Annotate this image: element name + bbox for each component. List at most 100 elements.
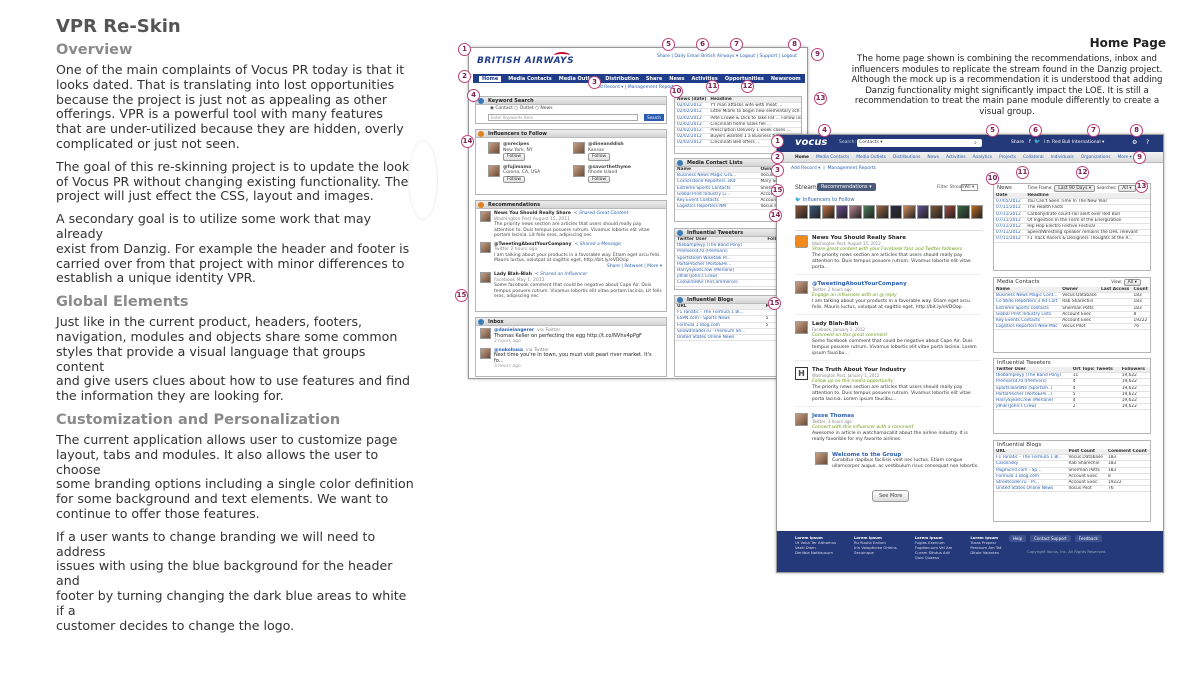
old-nav-item[interactable]: Share <box>646 76 662 82</box>
section-paragraph: The goal of this re-skinning project is … <box>56 158 410 204</box>
influencer-avatar[interactable] <box>835 205 848 219</box>
table-row[interactable]: 07/11/2012 F1 Track Racers & Designers Th… <box>994 235 1150 243</box>
table-row[interactable]: SportsTeamNe (Sportsm..) 4 19,622 <box>994 385 1150 392</box>
column-header[interactable]: News (date) <box>675 97 709 104</box>
header-search-input[interactable]: Contacts ▾ <box>857 139 982 147</box>
vocus-nav-item[interactable]: Organizations <box>1081 155 1111 160</box>
old-nav-item[interactable]: Newsroom <box>771 76 801 82</box>
table-row[interactable]: Logistics Reporters New Mac Vocus Pilot 76 <box>994 323 1150 331</box>
news-title: News <box>997 185 1012 191</box>
vocus-nav-item[interactable]: More ▾ <box>1118 155 1132 160</box>
influencer-handle[interactable]: @dineanddish <box>588 142 624 148</box>
footer-link[interactable]: Quid Quaesu <box>915 555 953 560</box>
old-nav-item[interactable]: News <box>669 76 684 82</box>
stream-body: Jesse Thomas Twitter, 3 hours ago Connect … <box>812 413 981 443</box>
vocus-nav-item[interactable]: Activities <box>946 155 966 160</box>
influencer-avatar[interactable] <box>808 205 821 219</box>
timeframe-select[interactable]: Last 90 Days ▾ <box>1054 185 1096 192</box>
see-more-button[interactable]: See More <box>872 490 910 502</box>
callout-marker: 13 <box>814 92 827 105</box>
footer-button[interactable]: Contact Support <box>1030 535 1071 542</box>
table-row[interactable]: Premiers470 (Premiers) 4 19,622 <box>994 378 1150 386</box>
section-heading: Customization and Personalization <box>56 411 341 428</box>
item-avatar <box>815 452 828 465</box>
table-row[interactable]: thebampleyy (The Band Pony) 11 19,622 <box>994 372 1150 380</box>
table-row[interactable]: 02/02/2012 Pete Crowe & Dick to Take Fat … <box>675 115 801 122</box>
old-subnav[interactable]: Add Record ▾ | Management Reports <box>594 85 676 91</box>
column-header[interactable]: Count <box>1131 287 1150 294</box>
callout-marker: 15 <box>771 184 784 197</box>
follow-button[interactable]: Follow <box>503 153 526 161</box>
keyword-search-input[interactable]: Enter Keywords Here <box>488 114 638 121</box>
section-heading: Overview <box>56 42 133 58</box>
table-row[interactable]: jdhiB (John's Crew) 2 19,622 <box>994 403 1150 411</box>
column-header[interactable]: Last Access <box>1099 287 1132 294</box>
influencers-strip: 🐦 Influencers to Follow <box>795 197 983 231</box>
gear-icon[interactable]: ⚙ <box>1132 139 1137 146</box>
column-header[interactable]: Comment Count <box>1105 449 1150 456</box>
influencer-avatar[interactable] <box>916 205 929 219</box>
footer-column: Lorem Ipsum Ut Volut Ter Althamus Vaeti Di… <box>795 535 836 560</box>
help-icon[interactable]: ? <box>1146 139 1149 146</box>
management-reports-link[interactable]: Management Reports <box>828 166 876 171</box>
influencer-avatar[interactable] <box>876 205 889 219</box>
recommendation-actions[interactable]: Share | Retweet | More ▾ <box>494 264 662 270</box>
footer-button[interactable]: Feedback <box>1074 535 1102 542</box>
recommendation-title-text[interactable]: @TweetingAboutYourCompany <box>494 242 571 247</box>
callout-marker: 11 <box>706 80 719 93</box>
footer-link[interactable]: Ditale Volantes <box>970 550 1001 555</box>
influencer-avatar[interactable] <box>943 205 956 219</box>
document-title: VPR Re-Skin <box>56 16 181 37</box>
column-header[interactable]: Ort Topic Tweets <box>1070 367 1120 374</box>
vocus-nav-item[interactable]: Collateral <box>1023 155 1044 160</box>
vocus-nav-item[interactable]: Analytics <box>973 155 993 160</box>
search-radios[interactable]: ◉ Contact ○ Outlet ○ News <box>476 105 666 113</box>
follow-button[interactable]: Follow <box>588 175 611 183</box>
table-row[interactable]: 02/02/2012 Little Miami to begin new elem… <box>675 108 801 116</box>
influencer-handle[interactable]: @nrecipes <box>503 142 533 148</box>
recommendation-title-text[interactable]: Lady Blah-Blah <box>494 272 532 277</box>
stream-select[interactable]: Recommendations ▾ <box>817 183 876 191</box>
table-row[interactable]: United States Online News Vocus Pilot 76 <box>994 485 1150 493</box>
influencer-avatar[interactable] <box>889 205 902 219</box>
view-select[interactable]: All ▾ <box>1123 279 1141 286</box>
table-row[interactable]: 07/11/2012 Speed/Wrestling speaker remain… <box>994 229 1150 237</box>
follow-button[interactable]: Follow <box>503 175 526 183</box>
influencer-avatar[interactable] <box>970 205 983 219</box>
social-icons[interactable]: f 🐦 in <box>1029 139 1051 145</box>
vocus-nav-item[interactable]: Individuals <box>1051 155 1074 160</box>
add-record-link[interactable]: Add Record ▾ <box>791 166 820 171</box>
influencer-avatar[interactable] <box>822 205 835 219</box>
influencer-avatar[interactable] <box>795 205 808 219</box>
vocus-nav-item[interactable]: Media Contacts <box>816 155 849 160</box>
search-icon[interactable]: ⌕ <box>974 140 977 146</box>
old-nav-item[interactable]: Home <box>479 76 502 82</box>
influencer-avatar[interactable] <box>903 205 916 219</box>
table-row[interactable]: PortoPrecher (Porto&Pe...) 5 19,622 <box>994 391 1150 399</box>
influencer-avatar[interactable] <box>862 205 875 219</box>
account-menu[interactable]: Red Bull International ▾ <box>1052 140 1104 145</box>
search-type-select[interactable]: Contacts ▾ <box>859 140 883 145</box>
follow-button[interactable]: Follow <box>588 153 611 161</box>
vocus-nav-item[interactable]: News <box>927 155 939 160</box>
footer-button[interactable]: Help <box>1009 535 1027 542</box>
vocus-nav-item[interactable]: Media Outlets <box>856 155 886 160</box>
old-top-links[interactable]: Share | Daily Email British Airways ▾ Lo… <box>657 54 797 60</box>
old-nav-item[interactable]: Media Contacts <box>508 76 552 82</box>
vocus-nav-item[interactable]: Home <box>795 155 809 160</box>
old-nav-item[interactable]: Distribution <box>605 76 639 82</box>
search-button[interactable]: Search <box>644 114 664 121</box>
filter-stream-select[interactable]: All ▾ <box>961 184 979 191</box>
influencer-avatar[interactable] <box>930 205 943 219</box>
vocus-nav-item[interactable]: Distributions <box>893 155 920 160</box>
influencer-avatar[interactable] <box>957 205 970 219</box>
influencer-avatar[interactable] <box>849 205 862 219</box>
footer-link[interactable]: Deriibia Nattiausum <box>795 550 836 555</box>
table-row[interactable]: 02/02/2012 Prescription Delivery 1 week c… <box>675 127 801 135</box>
table-row[interactable]: HarrySykesCrew (Merlane) 4 19,622 <box>994 397 1150 405</box>
share-label[interactable]: Share <box>1011 140 1024 145</box>
vocus-nav-item[interactable]: Projects <box>999 155 1016 160</box>
footer-link[interactable]: Secuinque <box>854 550 897 555</box>
searches-select[interactable]: All ▾ <box>1118 185 1136 192</box>
recommendation-title-text[interactable]: News You Should Really Share <box>494 211 571 216</box>
